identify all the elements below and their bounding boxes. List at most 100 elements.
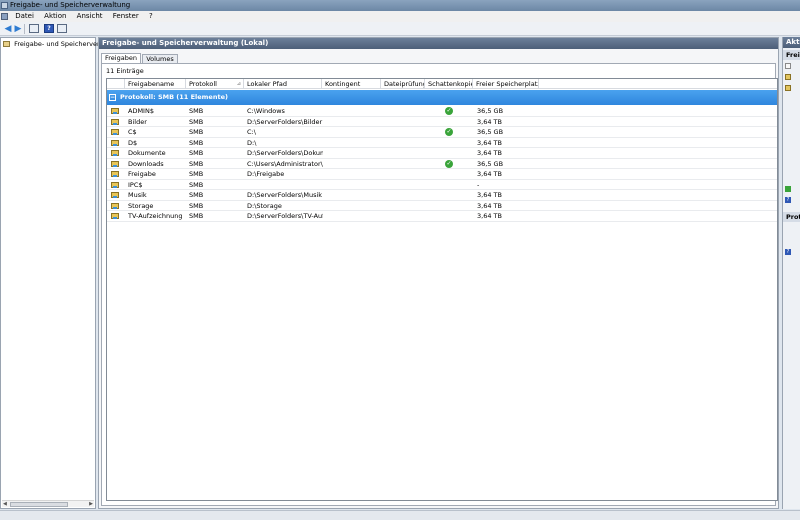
actions-header: Akti — [783, 37, 800, 48]
menu-bar: Datei Aktion Ansicht Fenster ? — [0, 11, 800, 22]
column-freier-speicherplatz[interactable]: Freier Speicherplatz — [473, 79, 539, 89]
table-row[interactable]: Bilder SMB D:\ServerFolders\Bilder 3,64 TB — [107, 117, 777, 127]
cell-share-name: Dokumente — [128, 149, 166, 157]
system-menu-icon[interactable] — [1, 13, 8, 20]
share-folder-icon — [111, 108, 119, 114]
column-freigabename[interactable]: Freigabename — [125, 79, 186, 89]
provision-storage-icon[interactable] — [785, 85, 791, 91]
refresh-icon[interactable] — [785, 186, 791, 192]
cell-local-path: D:\Freigabe — [247, 170, 285, 178]
tree-horizontal-scrollbar[interactable]: ◀ ▶ — [2, 500, 94, 507]
column-icon — [107, 79, 125, 89]
table-row[interactable]: TV-Aufzeichnung SMB D:\ServerFolders\TV-Au… — [107, 211, 777, 222]
cell-share-name: IPC$ — [128, 180, 143, 189]
window-title: Freigabe- und Speicherverwaltung — [10, 1, 131, 9]
help-icon[interactable]: ? — [44, 24, 54, 33]
table-row[interactable]: Freigabe SMB D:\Freigabe 3,64 TB — [107, 169, 777, 180]
share-folder-icon — [111, 150, 119, 156]
toolbar-separator — [24, 24, 25, 34]
table-row[interactable]: C$ SMB C:\ 36,5 GB ✓ — [107, 127, 777, 138]
cell-share-name: Storage — [128, 201, 154, 210]
show-hide-action-pane-icon[interactable] — [57, 24, 67, 33]
share-folder-icon — [111, 192, 119, 198]
cell-local-path: C:\Windows — [247, 107, 285, 115]
column-lokaler-pfad[interactable]: Lokaler Pfad — [244, 79, 322, 89]
menu-fenster[interactable]: Fenster — [109, 11, 143, 22]
table-row[interactable]: Musik SMB D:\ServerFolders\Musik 3,64 TB — [107, 190, 777, 201]
menu-datei[interactable]: Datei — [11, 11, 38, 22]
app-icon — [1, 2, 8, 9]
tree-node-root[interactable]: Freigabe- und Speicherverwalt — [3, 40, 113, 48]
column-schattenkopien[interactable]: Schattenkopien — [425, 79, 473, 89]
shadow-copies-enabled-icon: ✓ — [445, 159, 453, 168]
toolbar: ◀ ▶ ? — [0, 22, 800, 36]
action-item-icon[interactable] — [785, 63, 791, 69]
cell-free-space: 3,64 TB — [477, 201, 502, 210]
cell-protocol: SMB — [189, 180, 204, 189]
console-tree: Freigabe- und Speicherverwalt ◀ ▶ — [0, 37, 113, 509]
action-help-icon[interactable]: ? — [785, 197, 791, 203]
tab-strip: Freigaben Volumes — [101, 53, 178, 64]
cell-free-space: 3,64 TB — [477, 212, 502, 220]
collapse-group-icon[interactable]: − — [109, 94, 116, 101]
share-folder-icon — [111, 129, 119, 135]
cell-share-name: ADMIN$ — [128, 107, 154, 115]
cell-share-name: Downloads — [128, 159, 164, 168]
cell-protocol: SMB — [189, 201, 204, 210]
cell-local-path: D:\Storage — [247, 201, 282, 210]
cell-share-name: C$ — [128, 128, 137, 136]
scroll-right-icon[interactable]: ▶ — [89, 501, 93, 508]
status-bar — [0, 510, 800, 520]
cell-local-path: D:\ServerFolders\Dokumente — [247, 149, 323, 157]
menu-aktion[interactable]: Aktion — [40, 11, 70, 22]
cell-protocol: SMB — [189, 128, 204, 136]
shares-list: Freigabename Protokoll ⊿ Lokaler Pfad Ko… — [106, 78, 778, 501]
column-protokoll[interactable]: Protokoll ⊿ — [186, 79, 244, 89]
table-row[interactable]: Storage SMB D:\Storage 3,64 TB — [107, 201, 777, 211]
cell-local-path — [247, 180, 323, 190]
cell-protocol: SMB — [189, 149, 204, 157]
table-row[interactable]: IPC$ SMB - — [107, 180, 777, 190]
actions-pane: Akti Freiga ? Proto ? — [782, 37, 800, 509]
cell-free-space: 36,5 GB — [477, 128, 504, 136]
share-folder-icon — [111, 139, 119, 146]
cell-shadow-copies: ✓ — [425, 127, 473, 137]
show-hide-console-tree-icon[interactable] — [29, 24, 39, 33]
cell-free-space: 3,64 TB — [477, 138, 502, 147]
menu-ansicht[interactable]: Ansicht — [73, 11, 107, 22]
actions-section-protokoll[interactable]: Proto — [783, 212, 800, 222]
cell-protocol: SMB — [189, 191, 204, 199]
cell-free-space: 3,64 TB — [477, 117, 502, 126]
actions-section-freigabe[interactable]: Freiga — [783, 50, 800, 60]
share-storage-icon — [3, 41, 10, 47]
cell-shadow-copies: ✓ — [425, 106, 473, 116]
cell-local-path: D:\ — [247, 138, 257, 147]
shadow-copies-enabled-icon: ✓ — [445, 128, 453, 136]
back-arrow-icon[interactable]: ◀ — [3, 24, 13, 34]
column-kontingent[interactable]: Kontingent — [322, 79, 381, 89]
cell-protocol: SMB — [189, 170, 204, 178]
cell-free-space: 3,64 TB — [477, 170, 502, 178]
cell-local-path: D:\ServerFolders\Bilder — [247, 117, 323, 126]
cell-local-path: D:\ServerFolders\Musik — [247, 191, 323, 199]
menu-help[interactable]: ? — [145, 11, 157, 22]
scroll-thumb[interactable] — [10, 502, 68, 507]
share-folder-icon — [111, 171, 119, 177]
table-row[interactable]: D$ SMB D:\ 3,64 TB — [107, 138, 777, 148]
cell-free-space: 36,5 GB — [477, 107, 504, 115]
provision-share-icon[interactable] — [785, 74, 791, 80]
table-row[interactable]: Dokumente SMB D:\ServerFolders\Dokumente 3,… — [107, 148, 777, 159]
cell-protocol: SMB — [189, 117, 204, 126]
scroll-left-icon[interactable]: ◀ — [3, 501, 7, 508]
details-pane: Freigabe- und Speicherverwaltung (Lokal)… — [98, 37, 779, 509]
share-folder-icon — [111, 202, 119, 209]
protocol-help-icon[interactable]: ? — [785, 249, 791, 255]
cell-protocol: SMB — [189, 159, 204, 168]
group-header-smb[interactable]: − Protokoll: SMB (11 Elemente) — [107, 90, 777, 105]
cell-share-name: Musik — [128, 191, 147, 199]
cell-protocol: SMB — [189, 138, 204, 147]
table-row[interactable]: ADMIN$ SMB C:\Windows 36,5 GB ✓ — [107, 106, 777, 117]
table-row[interactable]: Downloads SMB C:\Users\Administrator\Dow..… — [107, 159, 777, 169]
column-dateipruefung[interactable]: Dateiprüfung — [381, 79, 425, 89]
forward-arrow-icon[interactable]: ▶ — [13, 24, 23, 34]
